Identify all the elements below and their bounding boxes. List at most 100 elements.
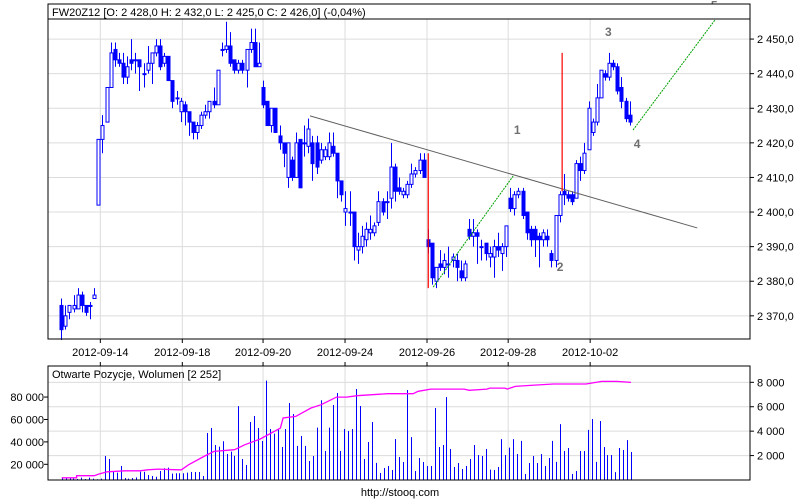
candle-body-down xyxy=(265,100,270,127)
candle-body-up xyxy=(236,62,241,71)
candle xyxy=(298,138,303,189)
candle-body-up xyxy=(418,159,423,172)
candle xyxy=(521,187,526,219)
candle-body-up xyxy=(368,228,373,234)
candle-body-down xyxy=(381,201,386,213)
volume-tick-label: 4 000 xyxy=(757,426,785,438)
candle-body-down xyxy=(121,62,126,78)
wave-label: 2 xyxy=(557,260,564,274)
candle-body-up xyxy=(595,97,600,123)
candle-body-down xyxy=(496,246,501,251)
candle-body-down xyxy=(603,73,608,78)
candle-body-up xyxy=(343,208,348,213)
candle-body-down xyxy=(240,62,245,71)
candle-body-down xyxy=(183,104,188,113)
candle-body-up xyxy=(376,201,381,223)
candle-body-up xyxy=(541,232,546,241)
candle-body-down xyxy=(619,86,624,102)
candle-body-down xyxy=(158,45,163,68)
candle-body-up xyxy=(257,62,262,68)
open-interest-tick-label: 20 000 xyxy=(10,459,44,471)
price-tick-label: 2 420,0 xyxy=(757,138,794,150)
date-tick-label: 2012-09-28 xyxy=(480,347,536,359)
candle-body-up xyxy=(364,228,369,241)
volume-panel-title: Otwarte Pozycje, Wolumen [2 252] xyxy=(52,369,221,381)
candle-body-down xyxy=(455,259,460,268)
candle-body-up xyxy=(512,194,517,210)
candle xyxy=(96,138,101,206)
candle-body-up xyxy=(220,48,225,51)
candle-body-down xyxy=(212,100,217,106)
candle-body-up xyxy=(323,149,328,158)
volume-tick-label: 2 000 xyxy=(757,451,785,463)
candle-body-up xyxy=(492,246,497,258)
candle-body-up xyxy=(100,125,105,140)
footer-url-link[interactable]: http://stooq.com xyxy=(361,487,439,499)
candle-body-up xyxy=(133,59,138,62)
candle-body-down xyxy=(261,86,266,106)
candle-body-down xyxy=(628,114,633,123)
price-tick-label: 2 380,0 xyxy=(757,276,794,288)
candle-body-up xyxy=(88,304,93,307)
candle-body-up xyxy=(413,170,418,175)
candle-body-down xyxy=(521,190,526,216)
price-tick-label: 2 370,0 xyxy=(757,311,794,323)
candle-body-down xyxy=(187,111,192,123)
candle-body-down xyxy=(273,107,278,133)
candle-body-up xyxy=(434,266,439,282)
candle-body-up xyxy=(76,294,81,310)
candle-body-up xyxy=(125,66,130,78)
candle-body-up xyxy=(72,304,77,310)
candle-body-up xyxy=(442,259,447,268)
open-interest-tick-label: 60 000 xyxy=(10,414,44,426)
candle-body-down xyxy=(310,142,315,165)
candle xyxy=(166,55,171,82)
candle-body-up xyxy=(294,142,299,178)
volume-tick-label: 6 000 xyxy=(757,402,785,414)
candle-body-down xyxy=(615,66,620,92)
candle-body-down xyxy=(315,142,320,168)
candle xyxy=(463,260,468,282)
candle-body-up xyxy=(488,253,493,258)
candle xyxy=(105,86,110,123)
candle-body-up xyxy=(216,69,221,106)
candle-body-down xyxy=(59,304,64,331)
price-axis: 2 370,0 2 380,0 2 390,0 2 400,0 2 410,0 2 420… xyxy=(750,34,794,323)
stock-chart: 12345 FW20Z12 [O: 2 428,0 H: 2 432,0 L: … xyxy=(0,0,800,500)
date-tick-label: 2012-09-20 xyxy=(235,347,291,359)
candle-body-up xyxy=(245,48,250,71)
price-tick-label: 2 440,0 xyxy=(757,69,794,81)
candle-body-up xyxy=(150,52,155,64)
candle-body-up xyxy=(554,214,559,261)
candle-body-down xyxy=(137,59,142,68)
candle-body-up xyxy=(96,138,101,206)
candle-body-up xyxy=(63,315,68,327)
candle-body-down xyxy=(459,270,464,279)
candle-body-up xyxy=(558,194,563,216)
volume-tick-label: 8 000 xyxy=(757,377,785,389)
candle-body-down xyxy=(430,242,435,279)
candle-body-down xyxy=(335,152,340,182)
candle-body-up xyxy=(109,52,114,88)
candle-body-down xyxy=(525,211,530,234)
candle-body-down xyxy=(166,55,171,82)
candle-body-up xyxy=(479,246,484,249)
candle-body-up xyxy=(587,107,592,151)
candle-body-down xyxy=(282,142,287,154)
candle xyxy=(599,69,604,99)
candle-body-down xyxy=(570,194,575,203)
candle-body-down xyxy=(562,190,567,196)
candle-body-down xyxy=(438,263,443,268)
candle xyxy=(615,63,620,95)
candle-body-down xyxy=(475,232,480,237)
candle xyxy=(587,101,592,151)
candle-body-up xyxy=(203,111,208,116)
candle xyxy=(265,100,270,127)
candle-body-down xyxy=(298,138,303,189)
candle-body-up xyxy=(504,225,509,248)
price-tick-label: 2 410,0 xyxy=(757,172,794,184)
candle-body-up xyxy=(405,183,410,196)
candle-body-up xyxy=(199,114,204,127)
candle-body-up xyxy=(207,100,212,113)
instrument-header: FW20Z12 [O: 2 428,0 H: 2 432,0 L: 2 425,… xyxy=(52,7,366,19)
